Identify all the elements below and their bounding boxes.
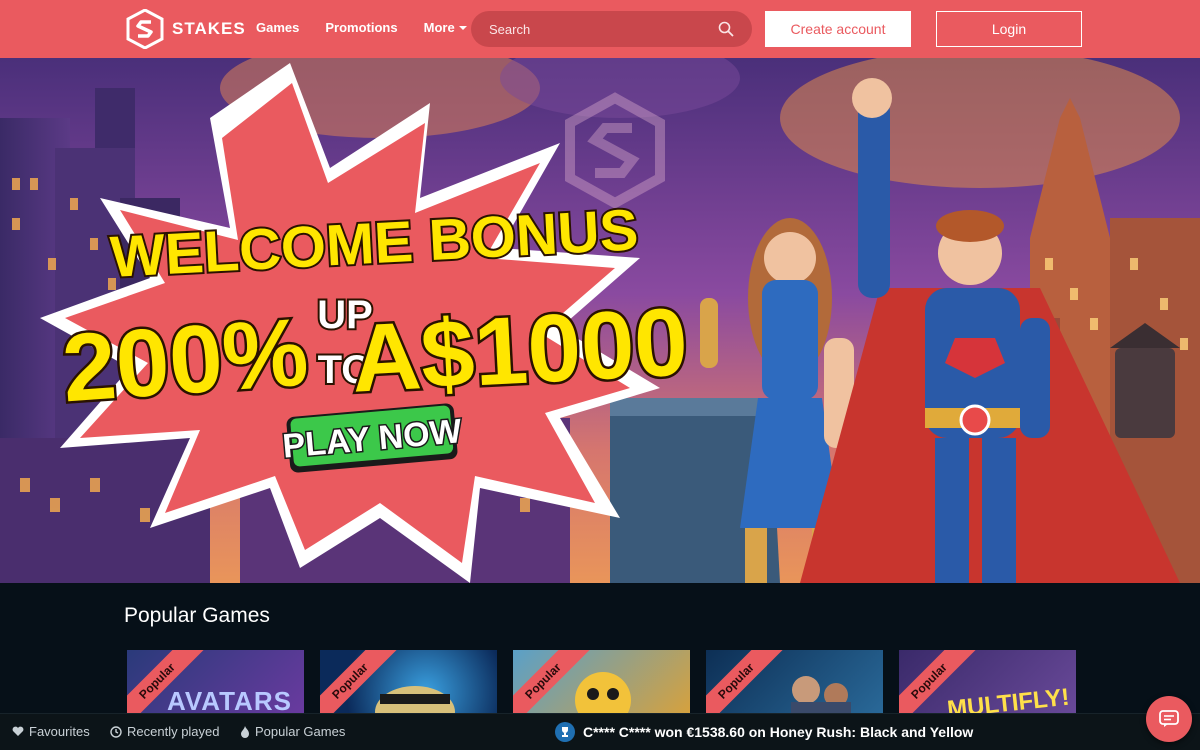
nav-games-label: Games [256, 20, 300, 35]
bottom-bar: Favourites Recently played Popular Games… [0, 713, 1200, 750]
game-tile[interactable]: AVATARS Popular [127, 650, 304, 720]
game-tile[interactable]: MULTIFLY! Popular [899, 650, 1076, 720]
recently-played-link[interactable]: Recently played [110, 724, 220, 739]
headline-percent: 200% [59, 299, 311, 423]
recently-played-label: Recently played [127, 724, 220, 739]
popular-games-label: Popular Games [255, 724, 346, 739]
headline-amount: A$1000 [349, 288, 690, 412]
brand-name: STAKES [172, 19, 246, 38]
chevron-down-icon [458, 25, 467, 30]
game-tile[interactable]: Popular [513, 650, 690, 720]
nav-more-label: More [423, 20, 455, 35]
main-nav: Games Promotions More [256, 20, 493, 35]
popular-games-link[interactable]: Popular Games [240, 724, 345, 739]
city-skyline-illustration: WELCOME BONUS 200% UP TO A$1000 PLAY NOW [0, 58, 1200, 583]
favourites-label: Favourites [29, 724, 90, 739]
live-chat-button[interactable] [1146, 696, 1192, 742]
search-input[interactable] [489, 21, 718, 37]
trophy-icon [555, 722, 575, 742]
login-button[interactable]: Login [936, 11, 1082, 47]
game-tile[interactable]: Popular [706, 650, 883, 720]
nav-promotions[interactable]: Promotions [325, 20, 397, 35]
game-tile[interactable]: Popular [320, 650, 497, 720]
heart-icon [12, 726, 24, 736]
winner-ticker-text: C**** C**** won €1538.60 on Honey Rush: … [583, 724, 974, 740]
search-bar [471, 11, 752, 47]
clock-icon [110, 725, 122, 738]
chat-icon [1159, 710, 1179, 727]
games-row: AVATARS Popular Popular Popular Popular [127, 650, 1076, 720]
search-icon[interactable] [718, 21, 734, 37]
flame-icon [241, 725, 249, 738]
nav-games[interactable]: Games [256, 20, 299, 35]
welcome-bonus-banner[interactable]: WELCOME BONUS 200% UP TO A$1000 PLAY NOW [0, 58, 1200, 583]
site-header: STAKES Games Promotions More Create acco… [0, 0, 1200, 58]
nav-more[interactable]: More [424, 20, 467, 35]
stakes-logo[interactable]: STAKES [126, 9, 246, 49]
favourites-link[interactable]: Favourites [12, 724, 90, 739]
winner-ticker: C**** C**** won €1538.60 on Honey Rush: … [555, 722, 973, 742]
create-account-button[interactable]: Create account [765, 11, 911, 47]
stakes-logo-icon [126, 9, 164, 49]
popular-games-title: Popular Games [124, 604, 270, 627]
nav-promotions-label: Promotions [325, 20, 398, 35]
